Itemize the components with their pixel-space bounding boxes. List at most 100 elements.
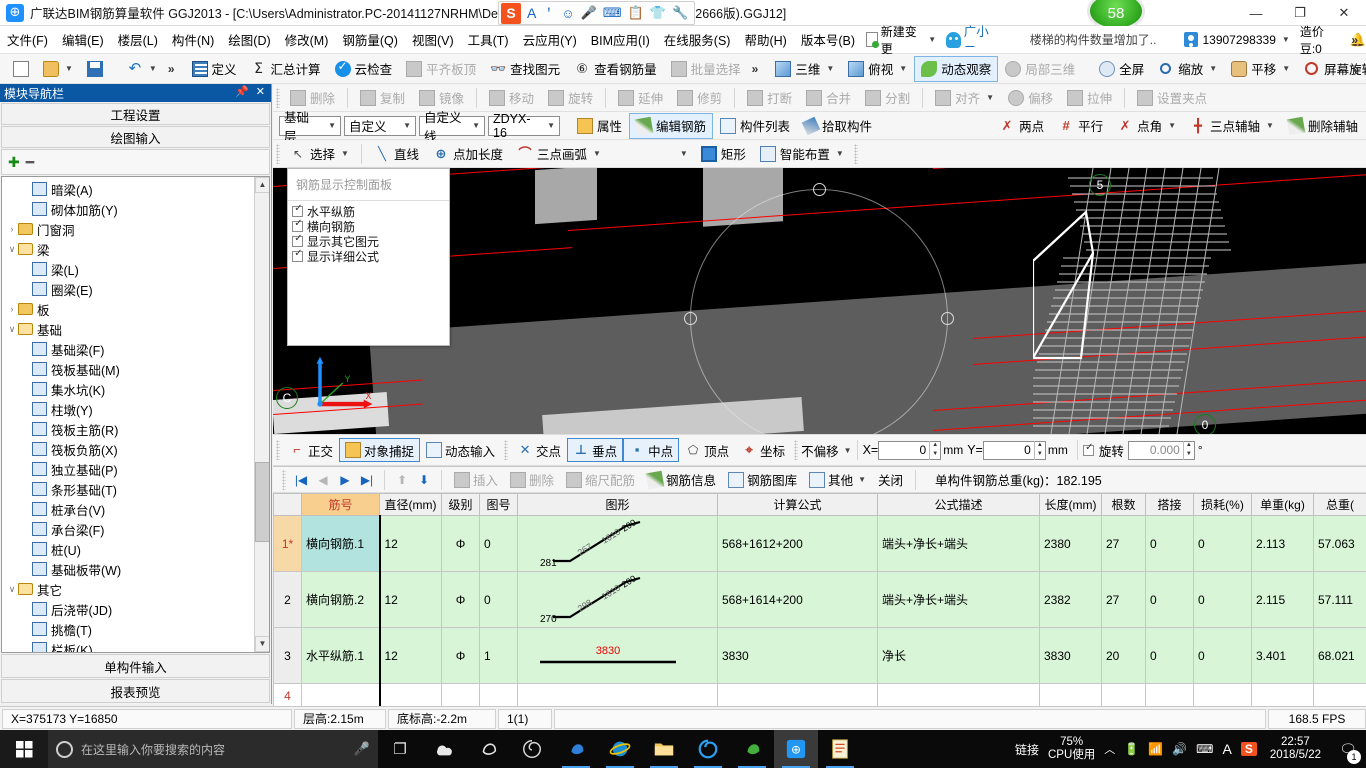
cell-loss[interactable] xyxy=(1193,683,1252,708)
set-grip-button[interactable]: 设置夹点 xyxy=(1130,85,1214,111)
menu-online-service[interactable]: 在线服务(S) xyxy=(657,27,738,52)
menubar-overflow-icon[interactable]: » xyxy=(1347,33,1362,47)
checkbox-checked-icon[interactable] xyxy=(292,218,304,232)
cell-unit-weight[interactable]: 3.401 xyxy=(1251,627,1314,684)
notepad-icon[interactable] xyxy=(818,730,862,768)
batch-select-button[interactable]: 批量选择 xyxy=(664,56,748,82)
local-3d-button[interactable]: 局部三维 xyxy=(998,56,1082,82)
notification-center-icon[interactable]: 🗨 1 xyxy=(1334,730,1362,768)
tree-scrollbar[interactable]: ▲ ▼ xyxy=(254,177,269,652)
col-loss[interactable]: 损耗(%) xyxy=(1193,493,1252,516)
split-button[interactable]: 分割 xyxy=(858,85,917,111)
new-change-button[interactable]: 新建变更 ▼ xyxy=(862,21,940,59)
chevron-down-icon[interactable]: ∨ xyxy=(6,324,18,335)
dynamic-input-toggle[interactable]: 动态输入 xyxy=(420,438,501,462)
cortana-icon[interactable] xyxy=(56,740,73,758)
table-row[interactable]: 4 xyxy=(273,683,1366,708)
ime-clipboard-icon[interactable]: 📋 xyxy=(628,5,644,21)
point-angle-chevron-down-icon[interactable]: ▼ xyxy=(1168,121,1176,130)
cell-grade[interactable]: Φ xyxy=(441,515,480,572)
option-horizontal-longitudinal[interactable]: 水平纵筋 xyxy=(292,203,445,219)
view-rebar-qty-button[interactable]: ⑥ 查看钢筋量 xyxy=(567,56,664,82)
cell-formula-desc[interactable]: 端头+净长+端头 xyxy=(877,515,1040,572)
stretch-button[interactable]: 拉伸 xyxy=(1060,85,1119,111)
tree-item[interactable]: ∨ 基础 xyxy=(2,319,269,339)
checkbox-checked-icon[interactable] xyxy=(292,203,304,217)
edge-icon[interactable] xyxy=(554,730,598,768)
project-settings-button[interactable]: 工程设置 xyxy=(1,103,270,125)
rotate-checkbox[interactable] xyxy=(1082,442,1095,456)
tree-item[interactable]: 栏板(K) xyxy=(2,639,269,652)
option-show-other-elements[interactable]: 显示其它图元 xyxy=(292,233,445,249)
delete-row-button[interactable]: 删除 xyxy=(505,469,559,490)
tree-item[interactable]: 桩承台(V) xyxy=(2,499,269,519)
chevron-up-icon[interactable]: ︿ xyxy=(1104,741,1115,757)
cell-unit-weight[interactable] xyxy=(1251,683,1314,708)
tree-item[interactable]: ∨ 梁 xyxy=(2,239,269,259)
floor-select[interactable]: 基础层 ▼ xyxy=(279,111,341,144)
360-browser-icon[interactable] xyxy=(686,730,730,768)
rebar-info-button[interactable]: 钢筋信息 xyxy=(642,469,721,490)
orbit-gizmo[interactable] xyxy=(684,183,954,434)
cell-length[interactable] xyxy=(1039,683,1102,708)
cell-total-weight[interactable]: 57.063 xyxy=(1313,515,1366,572)
first-row-button[interactable]: |◀ xyxy=(291,473,311,487)
cell-loss[interactable]: 0 xyxy=(1193,515,1252,572)
orbit-handle-top[interactable] xyxy=(813,183,826,196)
col-unit-weight[interactable]: 单重(kg) xyxy=(1251,493,1314,516)
y-input-field[interactable] xyxy=(983,443,1034,457)
sogou-icon[interactable]: S xyxy=(1240,742,1257,756)
notification-text[interactable]: 楼梯的构件数量增加了.. xyxy=(1030,31,1157,48)
col-length[interactable]: 长度(mm) xyxy=(1039,493,1102,516)
menu-draw[interactable]: 绘图(D) xyxy=(221,27,277,52)
ime-tools-icon[interactable]: 🔧 xyxy=(672,5,688,21)
snapbar-gripper-3[interactable] xyxy=(794,440,799,460)
zoom-chevron-down-icon[interactable]: ▼ xyxy=(1209,64,1217,73)
component-tree[interactable]: 暗梁(A) 砌体加筋(Y) › 门窗洞 ∨ 梁梁(L) 圈梁(E) › 板 ∨ 基础 基础梁(F) 筏板… xyxy=(1,176,270,653)
menu-member[interactable]: 构件(N) xyxy=(165,27,221,52)
scale-rebar-button[interactable]: 缩尺配筋 xyxy=(561,469,640,490)
cell-shape-no[interactable]: 0 xyxy=(479,571,518,628)
cell-length[interactable]: 2380 xyxy=(1039,515,1102,572)
microphone-icon[interactable]: 🎤 xyxy=(354,741,370,757)
tree-item[interactable]: › 板 xyxy=(2,299,269,319)
parallel-axis-button[interactable]: # 平行 xyxy=(1051,113,1110,139)
tree-item[interactable]: 筏板负筋(X) xyxy=(2,439,269,459)
vertex-snap-toggle[interactable]: ⬠ 顶点 xyxy=(679,438,735,462)
draw-extra-chevron-down-icon[interactable]: ▼ xyxy=(680,149,688,158)
menu-modify[interactable]: 修改(M) xyxy=(278,27,336,52)
align-chevron-down-icon[interactable]: ▼ xyxy=(986,93,994,102)
orbit-handle-right[interactable] xyxy=(941,312,954,325)
cell-lap[interactable]: 0 xyxy=(1145,627,1194,684)
cell-diameter[interactable]: 12 xyxy=(379,515,442,572)
cell-count[interactable]: 20 xyxy=(1101,627,1146,684)
ime-emoji-icon[interactable]: ☺ xyxy=(561,6,574,21)
chevron-right-icon[interactable]: › xyxy=(6,224,18,234)
offset-button[interactable]: 偏移 xyxy=(1001,85,1060,111)
checkbox-checked-icon[interactable] xyxy=(292,248,304,262)
toolbar-overflow-3-icon[interactable]: » xyxy=(1348,62,1363,76)
cell-grade[interactable]: Φ xyxy=(441,627,480,684)
col-shape[interactable]: 图形 xyxy=(517,493,718,516)
cell-shape[interactable]: 270 298 1610 200 xyxy=(517,571,718,628)
cell-length[interactable]: 3830 xyxy=(1039,627,1102,684)
open-chevron-down-icon[interactable]: ▼ xyxy=(65,64,73,73)
last-row-button[interactable]: ▶| xyxy=(357,473,377,487)
tree-item[interactable]: 柱墩(Y) xyxy=(2,399,269,419)
tree-item[interactable]: 挑檐(T) xyxy=(2,619,269,639)
ime-skin-icon[interactable]: 👕 xyxy=(650,5,666,21)
y-spinner[interactable]: ▲ ▼ xyxy=(1033,440,1045,460)
rotate-button[interactable]: 旋转 xyxy=(541,85,600,111)
align-button[interactable]: 对齐 ▼ xyxy=(928,85,1001,111)
define-button[interactable]: 定义 xyxy=(185,56,244,82)
table-row[interactable]: 2 横向钢筋.2 12 Φ 0 270 298 1610 200 568+1614+200 端头+净… xyxy=(273,571,1366,628)
insert-row-button[interactable]: 插入 xyxy=(449,469,503,490)
col-diameter[interactable]: 直径(mm) xyxy=(379,493,442,516)
close-pane-button[interactable]: 关闭 xyxy=(873,469,908,490)
summary-calc-button[interactable]: Σ 汇总计算 xyxy=(244,56,328,82)
tree-item[interactable]: › 门窗洞 xyxy=(2,219,269,239)
link-label[interactable]: 链接 xyxy=(1015,741,1039,758)
cell-total-weight[interactable] xyxy=(1313,683,1366,708)
tree-item[interactable]: 基础梁(F) xyxy=(2,339,269,359)
cell-formula[interactable] xyxy=(717,683,878,708)
